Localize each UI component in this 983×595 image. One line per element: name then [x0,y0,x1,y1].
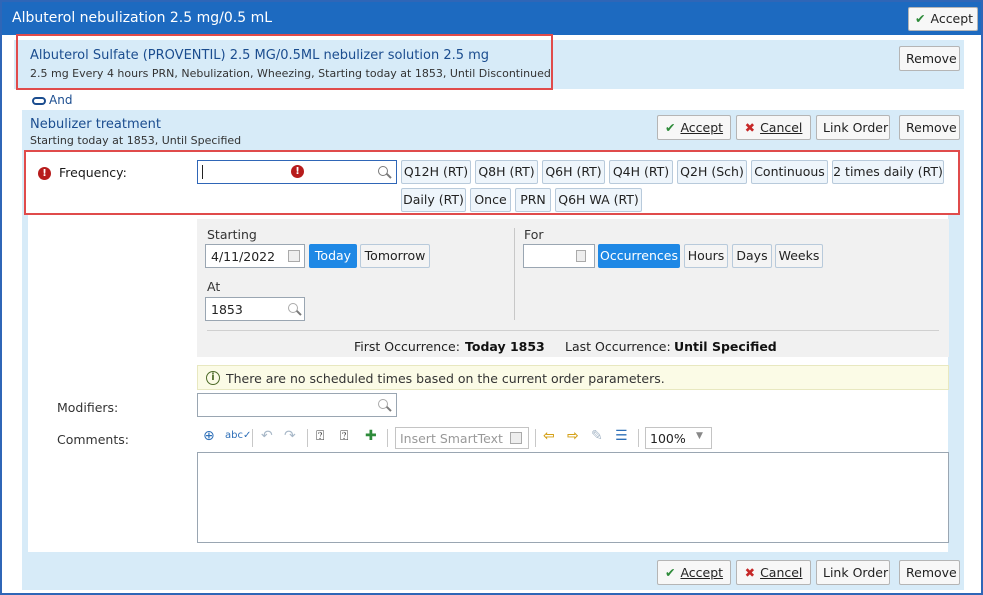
frequency-option-q2h[interactable]: Q2H (Sch) [677,160,747,184]
frequency-option-q12h[interactable]: Q12H (RT) [401,160,471,184]
error-icon: ! [38,167,51,180]
arrow-left-icon[interactable]: ⇦ [543,428,555,444]
order-window: Albuterol nebulization 2.5 mg/0.5 mL ✔ Ac… [0,0,983,595]
smartlist-next-icon[interactable]: ⍰ [340,428,348,444]
window-accept-button[interactable]: ✔ Accept [908,7,978,31]
toolbar-separator [387,429,388,447]
footer-remove-button[interactable]: Remove [899,560,960,585]
schedule-panel [197,219,949,357]
calculator-icon[interactable] [576,250,586,262]
linked-order-remove-button[interactable]: Remove [899,46,960,71]
info-message-bar: i There are no scheduled times based on … [197,365,949,390]
frequency-label: ! Frequency: [38,165,127,180]
text-cursor [202,165,203,179]
toolbar-separator [535,429,536,447]
toolbar-separator [252,429,253,447]
starting-label: Starting [207,227,257,242]
today-button[interactable]: Today [309,244,357,268]
smarttext-picker-icon[interactable] [510,432,522,444]
unit-days[interactable]: Days [732,244,772,268]
unit-weeks[interactable]: Weeks [775,244,823,268]
frequency-option-2-times-daily[interactable]: 2 times daily (RT) [832,160,944,184]
title-bar: Albuterol nebulization 2.5 mg/0.5 mL [2,2,981,35]
schedule-divider [514,228,515,320]
nebulizer-subtitle: Starting today at 1853, Until Specified [30,134,242,147]
unit-occurrences[interactable]: Occurrences [598,244,680,268]
arrow-right-icon[interactable]: ⇨ [567,428,579,444]
redo-icon[interactable]: ↷ [284,428,296,444]
frequency-option-once[interactable]: Once [470,188,511,212]
first-occurrence-value: Today 1853 [465,339,545,354]
search-icon[interactable] [378,166,388,176]
info-icon: i [206,371,220,385]
modifiers-label: Modifiers: [57,400,119,415]
at-time-input[interactable]: 1853 [205,297,305,321]
occurrence-divider [207,330,939,331]
and-link[interactable]: And [32,93,72,107]
insert-smarttext-input[interactable]: Insert SmartText [395,427,529,449]
last-occurrence-value: Until Specified [674,339,777,354]
footer-cancel-button[interactable]: ✖ Cancel [736,560,811,585]
starting-date-input[interactable]: 4/11/2022 [205,244,305,268]
chevron-down-icon: ▼ [696,431,703,441]
window-title: Albuterol nebulization 2.5 mg/0.5 mL [12,10,273,26]
frequency-input[interactable]: ! [197,160,397,184]
comments-textarea[interactable] [197,452,949,543]
for-input[interactable] [523,244,595,268]
calendar-icon[interactable] [288,250,300,262]
x-icon: ✖ [744,120,756,135]
check-icon: ✔ [664,120,676,135]
add-icon[interactable]: ✚ [365,428,377,444]
info-message: There are no scheduled times based on th… [226,371,665,386]
link-icon [32,96,46,105]
search-icon[interactable] [378,399,388,409]
last-occurrence-label: Last Occurrence: [565,339,671,354]
check-icon: ✔ [915,11,926,26]
smartlist-icon[interactable]: ⍰ [316,428,324,444]
unit-hours[interactable]: Hours [684,244,728,268]
frequency-option-q6h[interactable]: Q6H (RT) [542,160,605,184]
remove-flag-icon[interactable]: ✎ [591,428,603,444]
frequency-option-prn[interactable]: PRN [515,188,551,212]
cancel-button[interactable]: ✖ Cancel [736,115,811,140]
linked-order-name: Albuterol Sulfate (PROVENTIL) 2.5 MG/0.5… [30,48,490,63]
error-icon: ! [291,165,304,178]
frequency-option-continuous[interactable]: Continuous [751,160,828,184]
check-icon: ✔ [664,565,676,580]
footer-accept-button[interactable]: ✔ Accept [657,560,731,585]
accept-button[interactable]: ✔ Accept [657,115,731,140]
comments-label: Comments: [57,432,129,447]
nebulizer-title: Nebulizer treatment [30,117,161,132]
clock-icon[interactable] [288,303,298,313]
format-list-icon[interactable]: ☰ [615,428,628,444]
frequency-option-q8h[interactable]: Q8H (RT) [475,160,538,184]
toolbar-separator [307,429,308,447]
frequency-option-q6h-wa[interactable]: Q6H WA (RT) [555,188,642,212]
linked-order-sig: 2.5 mg Every 4 hours PRN, Nebulization, … [30,67,551,80]
for-label: For [524,227,544,242]
at-label: At [207,279,221,294]
zoom-select[interactable]: 100% ▼ [645,427,712,449]
remove-button[interactable]: Remove [899,115,960,140]
footer-link-order-button[interactable]: Link Order [816,560,890,585]
toolbar-separator [638,429,639,447]
tomorrow-button[interactable]: Tomorrow [360,244,430,268]
frequency-option-daily[interactable]: Daily (RT) [401,188,466,212]
zoom-in-icon[interactable]: ⊕ [203,428,215,444]
link-order-button[interactable]: Link Order [816,115,890,140]
modifiers-input[interactable] [197,393,397,417]
spellcheck-icon[interactable]: abc✓ [225,430,251,441]
x-icon: ✖ [744,565,756,580]
first-occurrence-label: First Occurrence: [354,339,460,354]
frequency-option-q4h[interactable]: Q4H (RT) [609,160,673,184]
undo-icon[interactable]: ↶ [261,428,273,444]
